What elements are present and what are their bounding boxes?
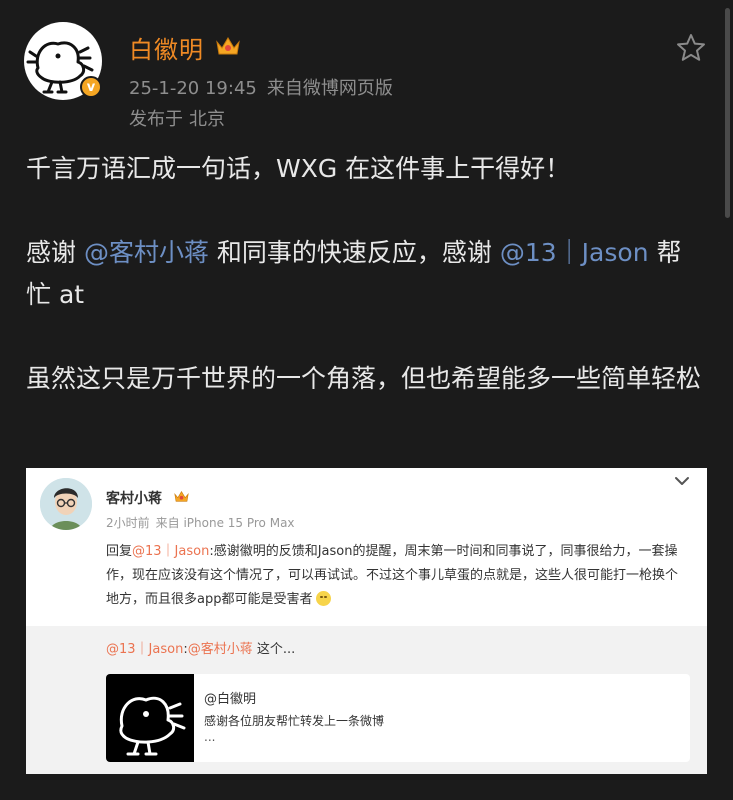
quote-mention-kecun[interactable]: @客村小蒋 (188, 642, 253, 657)
embed-avatar (40, 478, 92, 530)
scrollbar[interactable] (725, 8, 730, 218)
vip-crown-icon (216, 37, 240, 55)
embed-crown-icon (174, 491, 189, 502)
post-meta: 25-1-20 19:45 来自微博网页版 (129, 74, 393, 100)
embed-author-name[interactable]: 客村小蒋 (106, 488, 162, 508)
embed-source: 来自 iPhone 15 Pro Max (155, 516, 295, 530)
thanks-text-a: 感谢 (26, 238, 84, 267)
original-post-author: @白徽明 (204, 692, 257, 707)
mention-link-kecun[interactable]: @客村小蒋 (84, 238, 209, 267)
original-post-text: 感谢各位朋友帮忙转发上一条微博 (204, 714, 385, 728)
original-post-card[interactable]: @白徽明 感谢各位朋友帮忙转发上一条微博 ... (106, 674, 690, 762)
smile-emoji-icon (316, 591, 332, 606)
favorite-star-icon[interactable] (675, 32, 707, 64)
post-header: v 白徽明 25-1-20 19:45 来自微博网页版 发布于 北京 (0, 0, 733, 140)
embed-reply-text: 回复@13｜Jason:感谢徽明的反馈和Jason的提醒，周末第一时间和同事说了… (106, 540, 690, 612)
author-name[interactable]: 白徽明 (129, 30, 204, 65)
quote-mention-jason[interactable]: @13｜Jason (106, 642, 183, 657)
post-body: 千言万语汇成一句话，WXG 在这件事上干得好！ 感谢 @客村小蒋 和同事的快速反… (26, 148, 706, 400)
chick-doodle-thumb-icon (119, 696, 186, 756)
mention-link-jason[interactable]: @13｜Jason (500, 238, 649, 267)
reply-prefix: 回复 (106, 544, 133, 559)
post-paragraph-thanks: 感谢 @客村小蒋 和同事的快速反应，感谢 @13｜Jason 帮忙 at (26, 232, 706, 316)
reply-mention-jason[interactable]: @13｜Jason (132, 544, 209, 559)
verified-badge-icon: v (80, 76, 102, 98)
embed-time: 2小时前 (106, 516, 150, 530)
embed-meta: 2小时前 来自 iPhone 15 Pro Max (106, 514, 295, 531)
thanks-text-b: 和同事的快速反应，感谢 (208, 238, 500, 267)
post-line-1: 千言万语汇成一句话，WXG 在这件事上干得好！ (26, 154, 571, 183)
chevron-down-icon[interactable] (673, 474, 691, 488)
location-value: 北京 (189, 109, 225, 130)
embed-quoted-section: @13｜Jason:@客村小蒋 这个... @白徽明 感谢各位朋友帮忙转发上一条… (26, 626, 707, 774)
quote-line: @13｜Jason:@客村小蒋 这个... (106, 638, 295, 657)
post-timestamp: 25-1-20 19:45 (129, 78, 257, 99)
embedded-screenshot[interactable]: 客村小蒋 2小时前 来自 iPhone 15 Pro Max 回复@13｜Jaso… (26, 468, 707, 774)
post-paragraph-closing: 虽然这只是万千世界的一个角落，但也希望能多一些简单轻松 (26, 364, 702, 393)
original-post-thumbnail (106, 674, 194, 762)
location-label: 发布于 (129, 109, 183, 130)
post-location: 发布于 北京 (129, 105, 225, 131)
post-source: 来自微博网页版 (266, 78, 393, 99)
quote-tail: 这个... (252, 642, 296, 657)
cartoon-avatar-icon (40, 478, 92, 530)
original-post-ellipsis: ... (204, 730, 216, 744)
